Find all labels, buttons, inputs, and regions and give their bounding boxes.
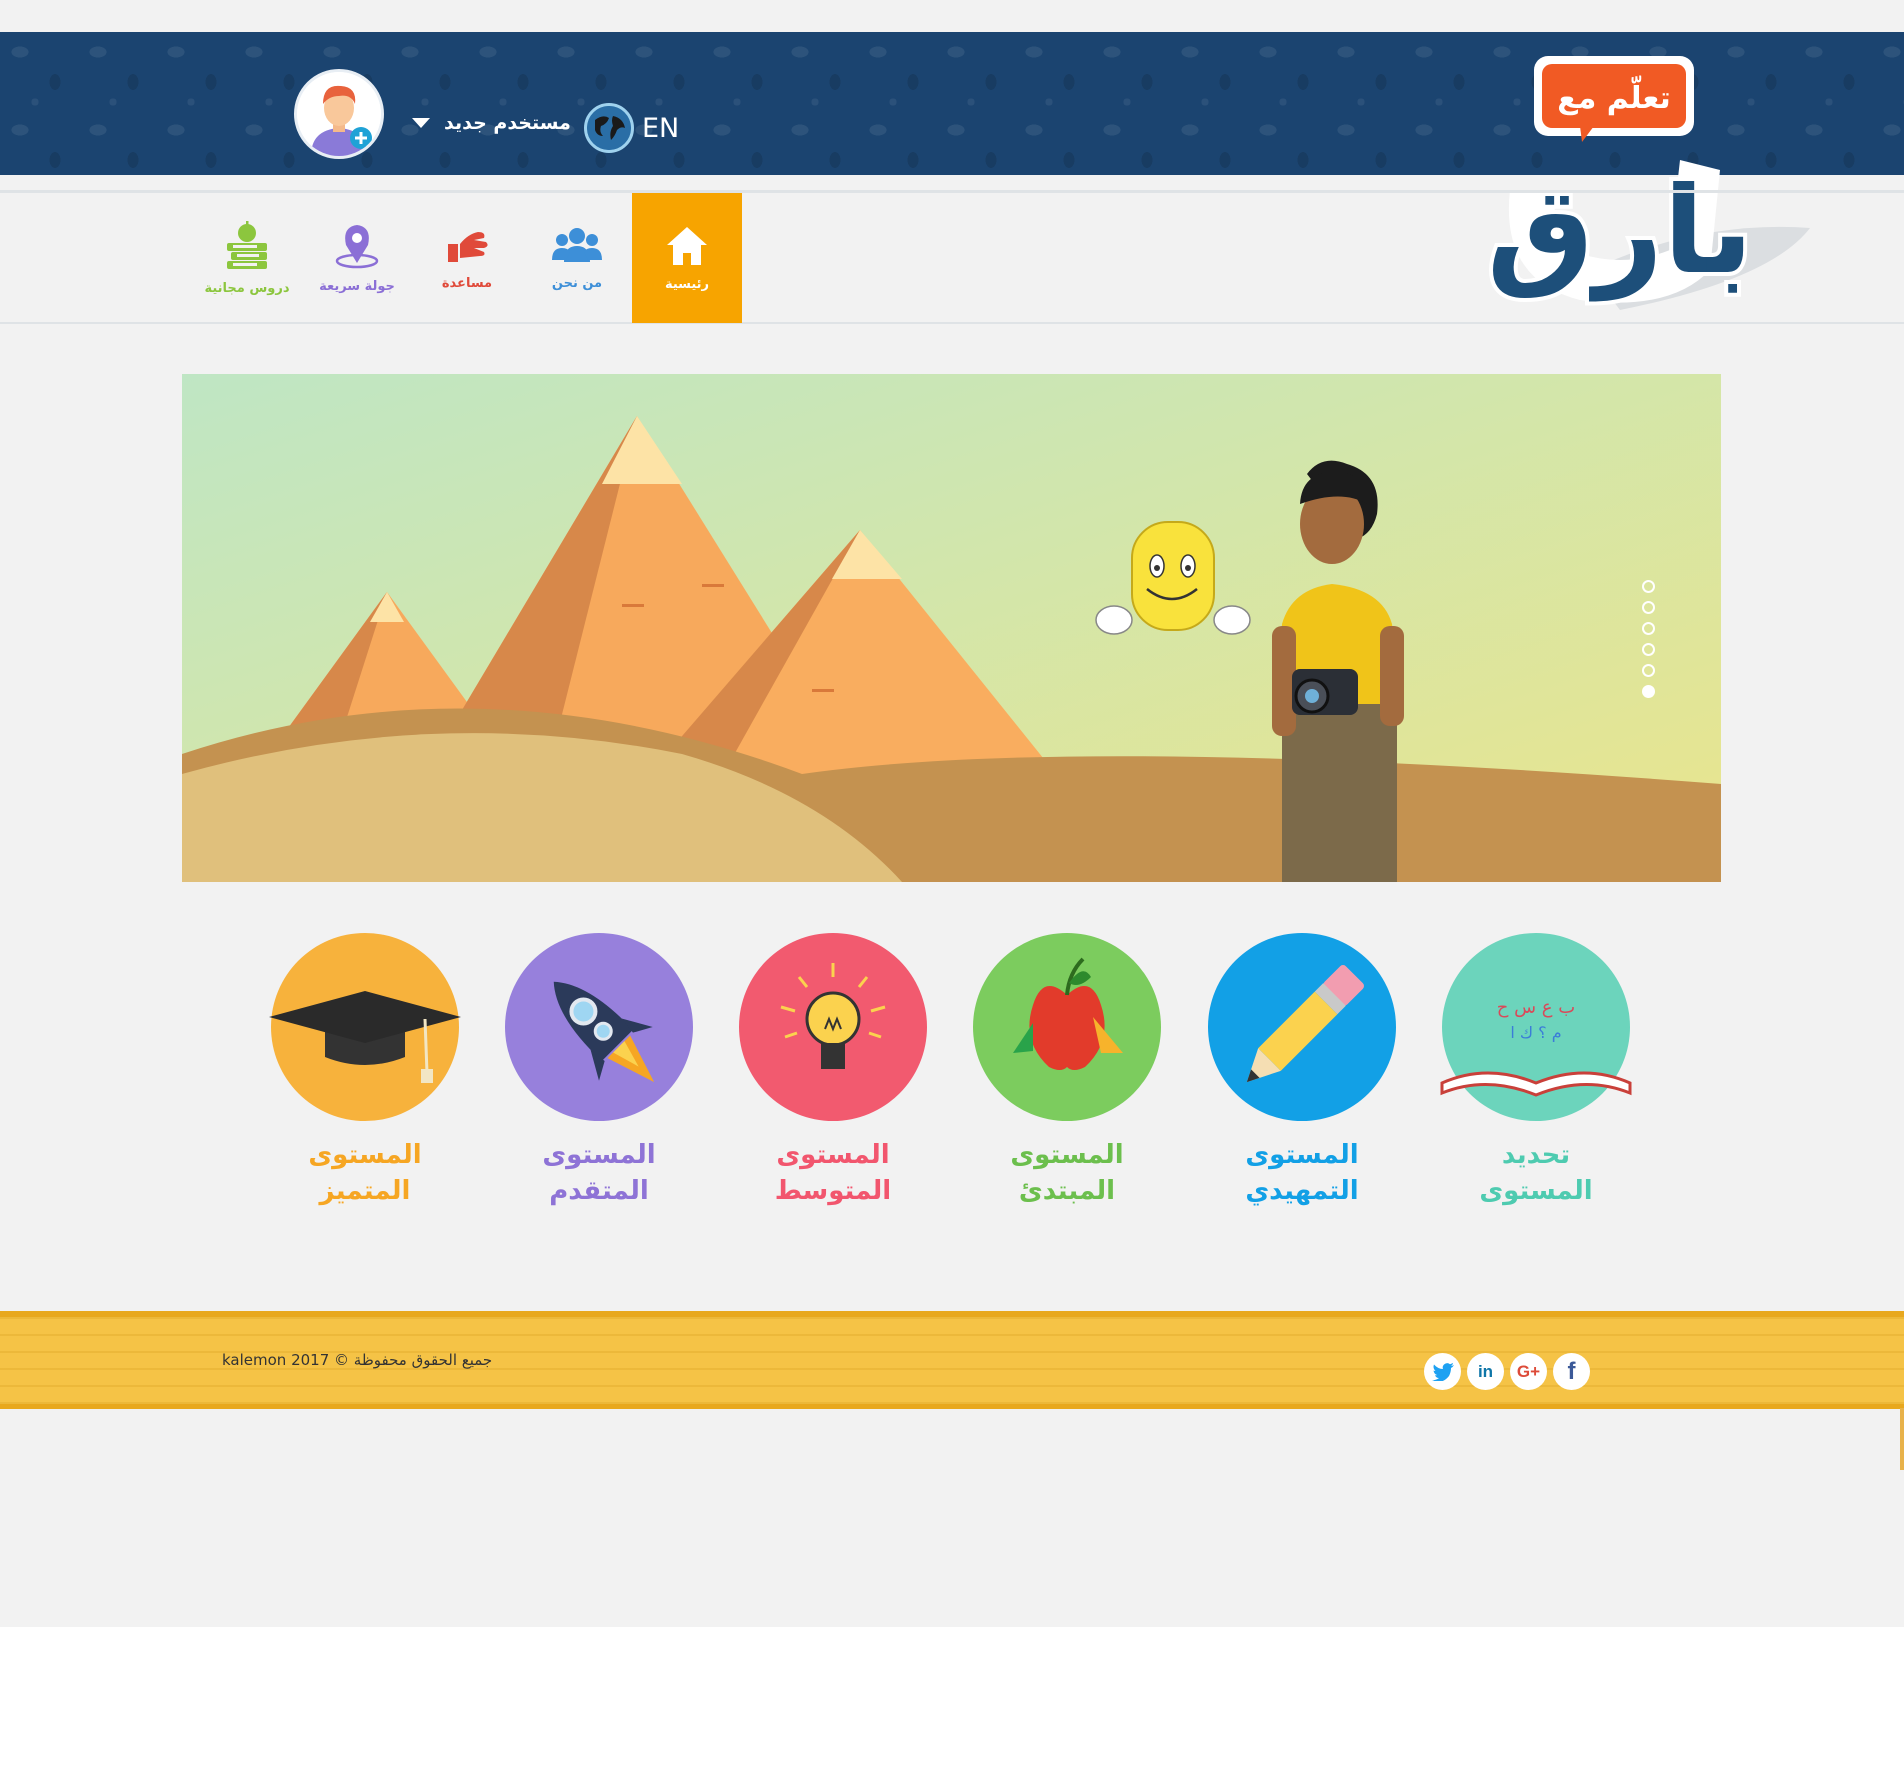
language-label: EN	[642, 112, 680, 144]
level-label: المستوى المتوسط	[774, 1140, 892, 1206]
level-label: المستوى التمهيدي	[1245, 1140, 1359, 1206]
nav-item-label: من نحن	[551, 275, 603, 291]
slider-dot[interactable]	[1642, 580, 1655, 593]
svg-text:تعلّم مع: تعلّم مع	[1557, 75, 1670, 116]
user-menu-label: مستخدم جديد	[444, 112, 571, 134]
nav-item-about[interactable]: من نحن	[522, 193, 632, 323]
level-advanced[interactable]: المستوى المتقدم	[504, 933, 694, 1209]
linkedin-icon[interactable]: in	[1467, 1353, 1504, 1390]
social-links: in G+ f	[1424, 1353, 1590, 1390]
home-icon	[667, 226, 707, 265]
slider-dots	[1642, 580, 1655, 698]
open-book-letters-icon: ب ع س ح م ؟ ك ا	[1440, 933, 1632, 1121]
google-plus-icon[interactable]: G+	[1510, 1353, 1547, 1390]
nav-item-tour[interactable]: جولة سريعة	[302, 193, 412, 323]
twitter-icon[interactable]	[1424, 1353, 1461, 1390]
nav-item-label: مساعدة	[441, 275, 493, 291]
pencil-icon	[1208, 933, 1396, 1121]
light-bulb-icon	[739, 933, 927, 1121]
slider-dot[interactable]	[1642, 643, 1655, 656]
user-avatar-icon	[297, 72, 381, 156]
slider-dot[interactable]	[1642, 601, 1655, 614]
location-pin-icon	[335, 224, 379, 268]
copyright-text: جميع الحقوق محفوظة © kalemon 2017	[222, 1351, 493, 1369]
level-beginner[interactable]: المستوى المبتدئ	[972, 933, 1162, 1209]
google-plus-glyph: G+	[1516, 1361, 1541, 1381]
people-icon	[552, 227, 602, 262]
level-distinguished[interactable]: المستوى المتميز	[269, 933, 461, 1209]
page: مستخدم جديد EN تعلّم مع بارق رئيسية من ن…	[0, 0, 1904, 1627]
nav-item-free-lessons[interactable]: دروس مجانية	[192, 193, 302, 323]
svg-text:ب ع س ح: ب ع س ح	[1497, 997, 1575, 1018]
user-menu-dropdown[interactable]: مستخدم جديد	[412, 112, 571, 134]
chevron-down-icon	[412, 118, 430, 128]
help-hand-icon	[448, 231, 488, 262]
apple-icon	[973, 933, 1161, 1121]
slider-dot[interactable]	[1642, 622, 1655, 635]
linkedin-glyph: in	[1477, 1361, 1494, 1381]
rocket-icon	[505, 933, 693, 1121]
globe-icon	[584, 103, 634, 153]
footer: جميع الحقوق محفوظة © kalemon 2017 in G+ …	[0, 1311, 1904, 1409]
svg-text:م ؟ ك ا: م ؟ ك ا	[1510, 1023, 1561, 1042]
main-nav: رئيسية من نحن مساعدة جولة سريعة دروس مجا…	[0, 190, 1904, 324]
facebook-glyph: f	[1567, 1357, 1576, 1385]
nav-item-home[interactable]: رئيسية	[632, 193, 742, 323]
facebook-icon[interactable]: f	[1553, 1353, 1590, 1390]
books-apple-icon	[227, 220, 267, 269]
hero-slider	[182, 374, 1721, 882]
level-label: تحديد المستوى	[1479, 1140, 1593, 1206]
nav-item-label: جولة سريعة	[319, 278, 395, 294]
scroll-edge-marker	[1900, 1408, 1904, 1470]
level-label: المستوى المتقدم	[542, 1140, 656, 1206]
level-preparatory[interactable]: المستوى التمهيدي	[1207, 933, 1397, 1209]
level-label: المستوى المبتدئ	[1010, 1140, 1124, 1206]
graduation-cap-icon	[269, 933, 461, 1121]
nav-item-label: رئيسية	[664, 276, 710, 292]
nav-item-help[interactable]: مساعدة	[412, 193, 522, 323]
user-avatar[interactable]	[294, 69, 384, 159]
slider-dot-active[interactable]	[1642, 685, 1655, 698]
nav-item-label: دروس مجانية	[204, 280, 290, 296]
hero-illustration	[182, 374, 1721, 882]
slider-dot[interactable]	[1642, 664, 1655, 677]
language-switcher[interactable]: EN	[584, 103, 679, 153]
level-placement-test[interactable]: ب ع س ح م ؟ ك ا تحديد المستوى	[1440, 933, 1632, 1209]
level-label: المستوى المتميز	[308, 1140, 422, 1206]
level-intermediate[interactable]: المستوى المتوسط	[738, 933, 928, 1209]
